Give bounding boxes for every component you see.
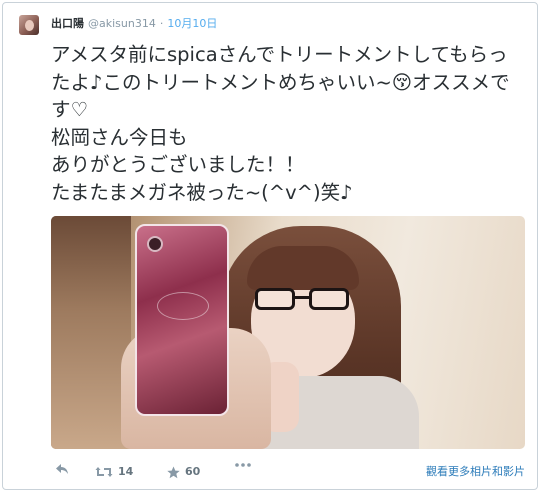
more-dots-icon xyxy=(235,463,251,467)
tweet-actions: 14 60 觀看更多相片和影片 xyxy=(51,463,531,481)
tweet-photo[interactable] xyxy=(51,216,525,449)
more-button[interactable] xyxy=(235,463,251,467)
separator-dot: · xyxy=(159,17,164,30)
tweet-text: アメスタ前にspicaさんでトリートメントしてもらったよ♪このトリートメントめち… xyxy=(51,43,510,204)
star-icon xyxy=(167,466,180,478)
retweet-count: 14 xyxy=(118,465,134,478)
user-name[interactable]: 出口陽 xyxy=(51,17,84,30)
retweet-button[interactable]: 14 xyxy=(95,463,133,481)
favorite-count: 60 xyxy=(185,465,201,478)
tweet-timestamp[interactable]: 10月10日 xyxy=(167,17,217,30)
favorite-button[interactable]: 60 xyxy=(167,463,200,481)
more-media-link[interactable]: 觀看更多相片和影片 xyxy=(426,463,525,481)
tweet-card: 出口陽 @akisun314 · 10月10日 アメスタ前にspicaさんでトリートメ… xyxy=(2,2,538,490)
avatar[interactable] xyxy=(19,15,39,35)
reply-button[interactable] xyxy=(55,463,69,475)
tweet-header: 出口陽 @akisun314 · 10月10日 xyxy=(51,17,217,31)
user-handle[interactable]: @akisun314 xyxy=(88,17,156,30)
reply-icon xyxy=(56,464,68,474)
retweet-icon xyxy=(95,467,113,477)
